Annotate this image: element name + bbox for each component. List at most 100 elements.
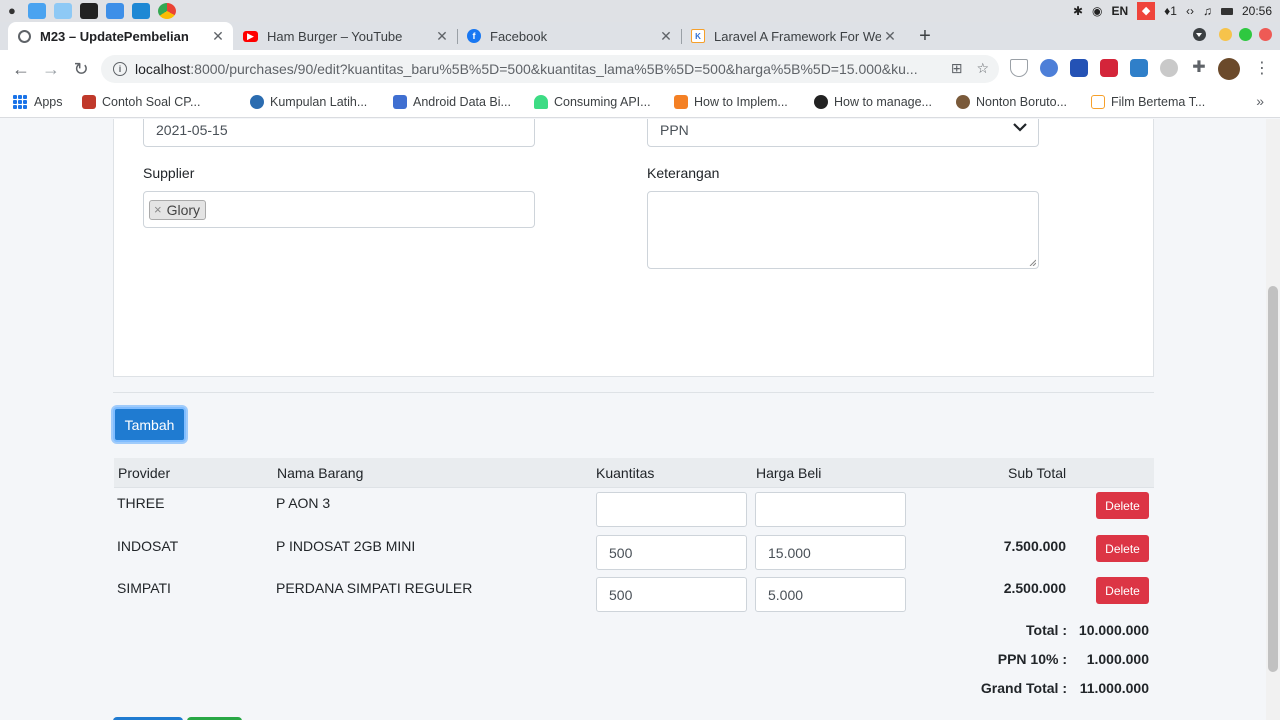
- close-tab-icon[interactable]: ✕: [657, 28, 675, 45]
- cell-nama-barang: P INDOSAT 2GB MINI: [276, 538, 416, 554]
- bookmark-nonton-boruto[interactable]: Nonton Boruto...: [956, 95, 1067, 109]
- shield-extension-icon[interactable]: [1010, 59, 1028, 77]
- minimize-button[interactable]: [1219, 28, 1232, 41]
- tab-facebook[interactable]: f Facebook ✕: [457, 22, 681, 50]
- kuantitas-value: 500: [609, 586, 633, 603]
- tambah-button[interactable]: Tambah: [113, 407, 186, 442]
- browser-menu-icon[interactable]: ⋮: [1254, 58, 1270, 78]
- window-controls: [1193, 28, 1272, 41]
- kuantitas-input[interactable]: 500: [596, 577, 747, 612]
- header-kuantitas: Kuantitas: [596, 465, 655, 481]
- vpn-icon[interactable]: ◉: [1092, 4, 1102, 18]
- maximize-button[interactable]: [1239, 28, 1252, 41]
- forward-icon[interactable]: →: [36, 59, 66, 80]
- harga-value: 5.000: [768, 586, 804, 603]
- grand-total-value: 11.000.000: [1079, 680, 1149, 696]
- bluetooth-icon[interactable]: ✱: [1073, 4, 1083, 18]
- translate-icon[interactable]: ⊞: [951, 60, 963, 77]
- back-icon[interactable]: ←: [6, 59, 36, 80]
- bookmark-film-bertema[interactable]: Film Bertema T...: [1091, 95, 1205, 109]
- clock[interactable]: 20:56: [1242, 4, 1272, 18]
- notification-icon[interactable]: ♦1: [1164, 4, 1177, 18]
- anime-icon: [956, 95, 970, 109]
- resize-grip-icon[interactable]: [1028, 258, 1036, 266]
- bookmark-android-data[interactable]: Android Data Bi...: [393, 95, 511, 109]
- kuantitas-input[interactable]: [596, 492, 747, 527]
- remove-tag-icon[interactable]: ×: [154, 202, 162, 217]
- reload-icon[interactable]: ↻: [66, 59, 96, 80]
- supplier-select[interactable]: × Glory: [143, 191, 535, 228]
- tab-search-icon[interactable]: [1193, 28, 1206, 41]
- cell-sub-total: 2.500.000: [1003, 580, 1066, 596]
- tab-laravel[interactable]: K Laravel A Framework For We ✕: [681, 22, 905, 50]
- tab-title: Laravel A Framework For We: [714, 28, 881, 44]
- input-language[interactable]: EN: [1111, 4, 1128, 18]
- bookmark-label: Android Data Bi...: [413, 95, 511, 109]
- bookmarks-overflow-icon[interactable]: »: [1256, 93, 1264, 109]
- harga-input[interactable]: 15.000: [755, 535, 906, 570]
- network-icon[interactable]: ‹›: [1186, 4, 1194, 18]
- delete-button[interactable]: Delete: [1096, 535, 1149, 562]
- anydesk-icon[interactable]: ◆: [1137, 2, 1156, 20]
- android-icon: [534, 95, 548, 109]
- bookmark-label: How to Implem...: [694, 95, 788, 109]
- extension-screenshot-icon[interactable]: [1130, 59, 1148, 77]
- apps-grid-icon: [13, 95, 27, 109]
- tanggal-input[interactable]: 2021-05-15: [143, 119, 535, 147]
- pajak-value: PPN: [660, 121, 689, 138]
- close-tab-icon[interactable]: ✕: [881, 28, 899, 45]
- extension-blue-icon[interactable]: [1040, 59, 1058, 77]
- bookmark-label: Nonton Boruto...: [976, 95, 1068, 109]
- address-bar[interactable]: i localhost :8000/purchases/90/edit?kuan…: [101, 55, 999, 83]
- laravel-icon: K: [691, 29, 705, 43]
- pajak-select[interactable]: PPN: [647, 119, 1039, 147]
- extensions-puzzle-icon[interactable]: ✚: [1190, 59, 1208, 77]
- bookmark-star-icon[interactable]: ☆: [976, 60, 989, 77]
- bookmark-contoh-soal[interactable]: Contoh Soal CP...: [82, 95, 200, 109]
- vscode-icon[interactable]: [132, 3, 150, 19]
- browser-toolbar: ← → ↻ i localhost :8000/purchases/90/edi…: [0, 50, 1280, 88]
- profile-avatar[interactable]: [1218, 58, 1240, 80]
- music-icon[interactable]: ♫: [1203, 4, 1212, 18]
- tab-update-pembelian[interactable]: M23 – UpdatePembelian ✕: [8, 22, 233, 50]
- kuantitas-input[interactable]: 500: [596, 535, 747, 570]
- harga-input[interactable]: [755, 492, 906, 527]
- bookmark-label: Consuming API...: [554, 95, 651, 109]
- header-sub-total: Sub Total: [1008, 465, 1067, 481]
- close-tab-icon[interactable]: ✕: [209, 28, 227, 45]
- bookmark-consuming-api[interactable]: Consuming API...: [534, 95, 651, 109]
- cell-provider: THREE: [117, 495, 165, 511]
- bookmark-how-to-manage[interactable]: How to manage...: [814, 95, 932, 109]
- apple-icon[interactable]: ●: [8, 3, 20, 19]
- header-nama-barang: Nama Barang: [277, 465, 364, 481]
- extension-red-icon[interactable]: [1100, 59, 1118, 77]
- harga-input[interactable]: 5.000: [755, 577, 906, 612]
- bookmark-how-to-implement[interactable]: How to Implem...: [674, 95, 788, 109]
- divider: [113, 392, 1154, 393]
- battery-icon[interactable]: [1220, 7, 1233, 15]
- keterangan-textarea[interactable]: [647, 191, 1039, 269]
- finder-icon[interactable]: [28, 3, 46, 19]
- chrome-icon[interactable]: [158, 3, 176, 19]
- delete-button[interactable]: Delete: [1096, 577, 1149, 604]
- close-window-button[interactable]: [1259, 28, 1272, 41]
- site-info-icon[interactable]: i: [113, 62, 127, 76]
- bookmark-kumpulan-latihan[interactable]: Kumpulan Latih...: [250, 95, 367, 109]
- files-icon[interactable]: [54, 3, 72, 19]
- delete-button[interactable]: Delete: [1096, 492, 1149, 519]
- bookmark-apps[interactable]: Apps: [13, 95, 63, 109]
- new-tab-button[interactable]: +: [915, 22, 935, 50]
- page-scrollbar[interactable]: [1266, 119, 1280, 720]
- scrollbar-thumb[interactable]: [1268, 286, 1278, 672]
- total-label: Total :: [1026, 622, 1067, 638]
- ppn-label: PPN 10% :: [997, 651, 1067, 667]
- bookmark-label: Apps: [34, 95, 63, 109]
- cell-provider: INDOSAT: [117, 538, 179, 554]
- extension-gray-icon[interactable]: [1160, 59, 1178, 77]
- tab-youtube[interactable]: ▶ Ham Burger – YouTube ✕: [233, 22, 457, 50]
- close-tab-icon[interactable]: ✕: [433, 28, 451, 45]
- tab-strip: M23 – UpdatePembelian ✕ ▶ Ham Burger – Y…: [0, 22, 1280, 50]
- app-store-icon[interactable]: [106, 3, 124, 19]
- terminal-icon[interactable]: [80, 3, 98, 19]
- extension-search-icon[interactable]: [1070, 59, 1088, 77]
